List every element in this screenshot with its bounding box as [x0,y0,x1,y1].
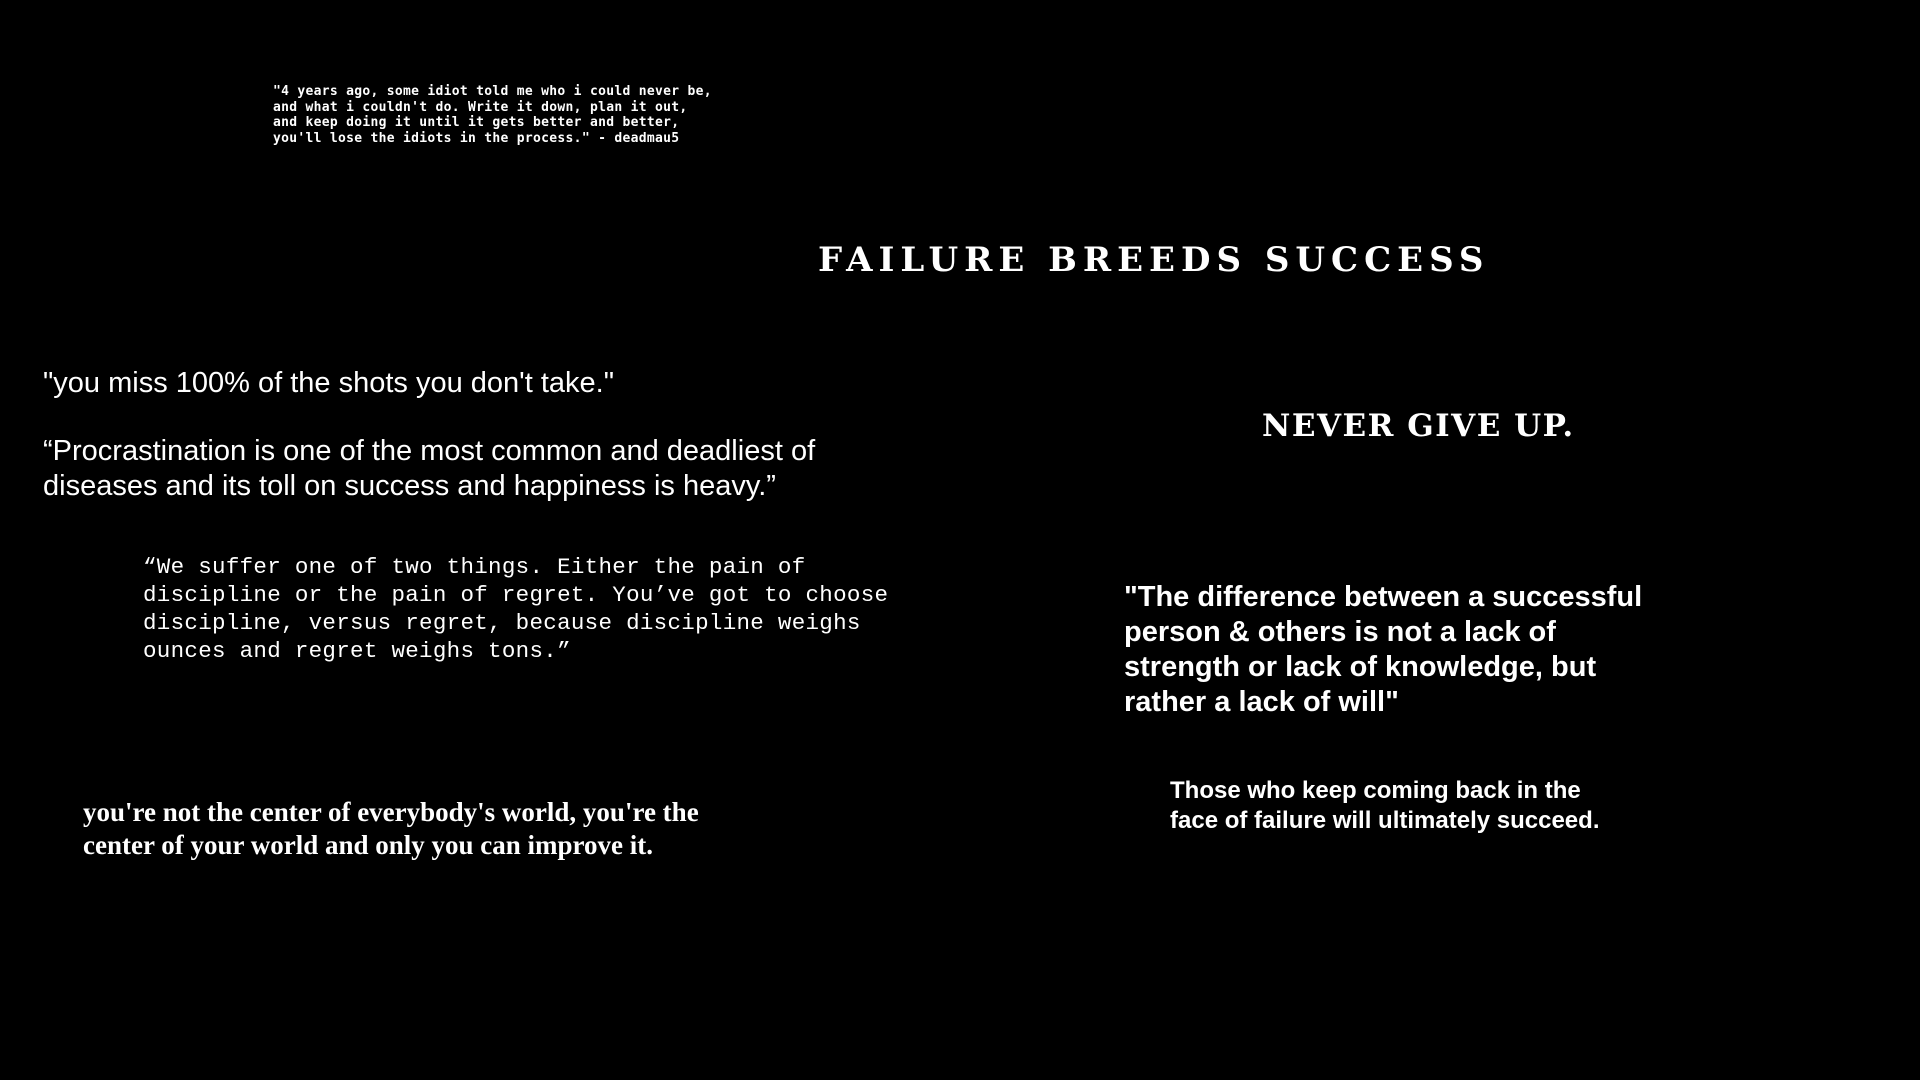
heading-failure-breeds-success: FAILURE BREEDS SUCCESS [818,240,1490,280]
motivational-wallpaper: "4 years ago, some idiot told me who i c… [0,0,1920,1080]
quote-discipline: “We suffer one of two things. Either the… [143,554,889,664]
quote-center-of-world: you're not the center of everybody's wor… [83,797,699,860]
quote-deadmau5: "4 years ago, some idiot told me who i c… [273,84,712,146]
quote-coming-back: Those who keep coming back in the face o… [1170,777,1600,834]
quote-difference: "The difference between a successful per… [1124,581,1643,718]
heading-never-give-up: NEVER GIVE UP. [1262,408,1575,444]
quote-shots: "you miss 100% of the shots you don't ta… [43,367,614,399]
quote-procrastination: “Procrastination is one of the most comm… [43,435,816,502]
